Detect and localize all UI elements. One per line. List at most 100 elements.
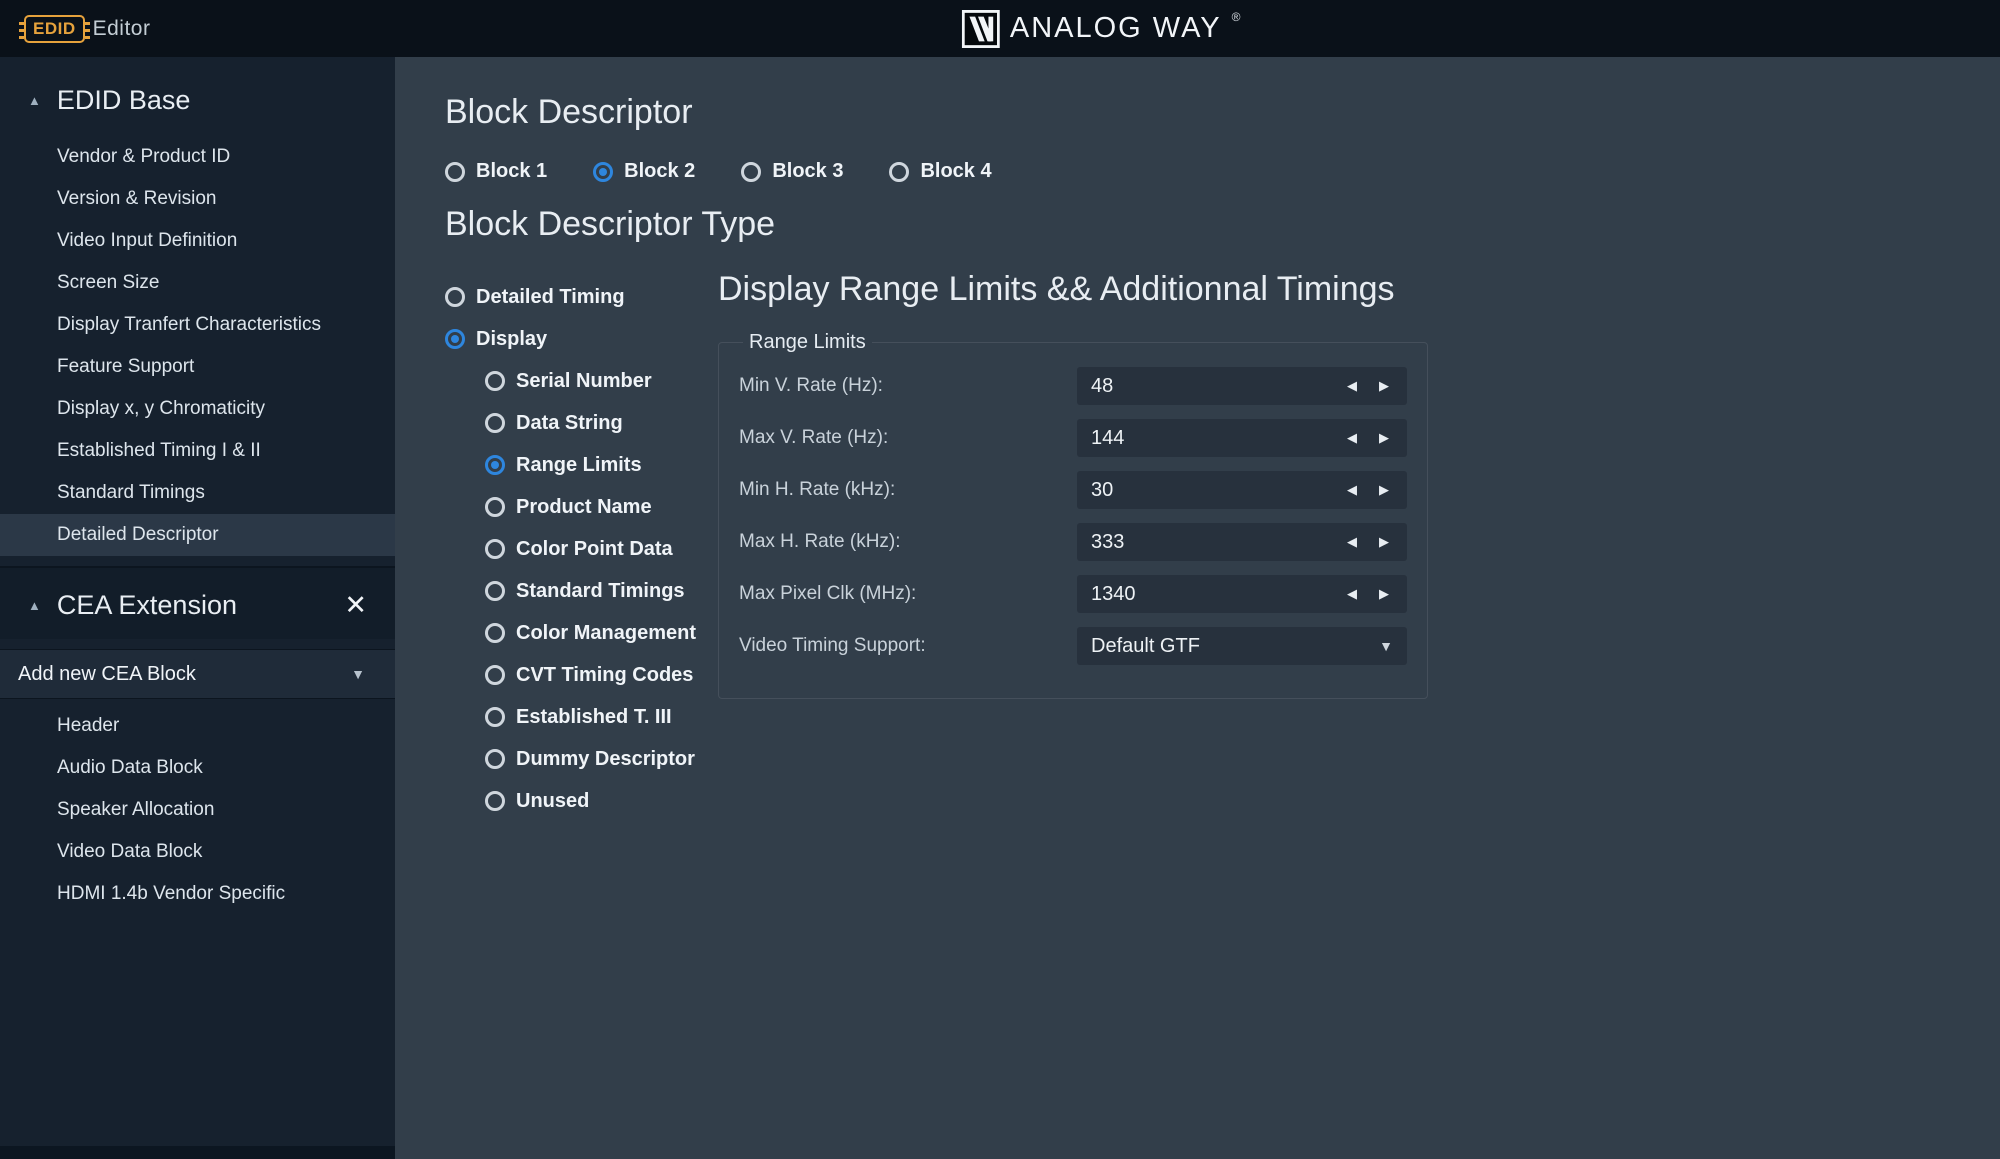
radio-established-t-iii[interactable]: Established T. III bbox=[485, 696, 718, 738]
display-suboptions: Serial Number Data String Range Limits bbox=[485, 360, 718, 822]
increment-icon[interactable]: ▶ bbox=[1375, 378, 1393, 394]
radio-label[interactable]: Color Point Data bbox=[516, 538, 673, 561]
radio-display[interactable]: Display bbox=[445, 318, 718, 360]
field-value[interactable]: 144 bbox=[1091, 427, 1343, 450]
sidebar-item-speaker-allocation[interactable]: Speaker Allocation bbox=[0, 789, 395, 831]
radio-cvt-timing-codes[interactable]: CVT Timing Codes bbox=[485, 654, 718, 696]
field-value[interactable]: 333 bbox=[1091, 531, 1343, 554]
radio-circle[interactable] bbox=[445, 329, 465, 349]
radio-circle[interactable] bbox=[485, 371, 505, 391]
sidebar-partial-row bbox=[0, 1146, 395, 1159]
decrement-icon[interactable]: ◀ bbox=[1343, 430, 1361, 446]
radio-circle[interactable] bbox=[485, 791, 505, 811]
radio-unused[interactable]: Unused bbox=[485, 780, 718, 822]
sidebar-item-version-revision[interactable]: Version & Revision bbox=[0, 178, 395, 220]
max-v-rate-input[interactable]: 144 ◀ ▶ bbox=[1077, 419, 1407, 457]
radio-product-name[interactable]: Product Name bbox=[485, 486, 718, 528]
sidebar-item-video-input-definition[interactable]: Video Input Definition bbox=[0, 220, 395, 262]
radio-label[interactable]: Unused bbox=[516, 790, 589, 813]
radio-color-management[interactable]: Color Management bbox=[485, 612, 718, 654]
radio-label[interactable]: Dummy Descriptor bbox=[516, 748, 695, 771]
radio-circle[interactable] bbox=[741, 162, 761, 182]
increment-icon[interactable]: ▶ bbox=[1375, 586, 1393, 602]
close-icon[interactable]: ✕ bbox=[344, 592, 367, 619]
sidebar-item-detailed-descriptor[interactable]: Detailed Descriptor bbox=[0, 514, 395, 556]
sidebar-item-established-timing[interactable]: Established Timing I & II bbox=[0, 430, 395, 472]
radio-circle[interactable] bbox=[889, 162, 909, 182]
chevron-down-icon[interactable]: ▼ bbox=[351, 666, 365, 682]
radio-circle[interactable] bbox=[593, 162, 613, 182]
radio-block-3[interactable]: Block 3 bbox=[741, 160, 843, 183]
radio-label[interactable]: Display bbox=[476, 328, 547, 351]
field-value[interactable]: 48 bbox=[1091, 375, 1343, 398]
range-limits-panel: Display Range Limits && Additionnal Timi… bbox=[718, 276, 2000, 822]
radio-detailed-timing[interactable]: Detailed Timing bbox=[445, 276, 718, 318]
min-h-rate-input[interactable]: 30 ◀ ▶ bbox=[1077, 471, 1407, 509]
radio-label[interactable]: Serial Number bbox=[516, 370, 652, 393]
sidebar-item-screen-size[interactable]: Screen Size bbox=[0, 262, 395, 304]
radio-circle[interactable] bbox=[485, 707, 505, 727]
collapse-up-icon[interactable]: ▲ bbox=[28, 94, 41, 107]
selected-option[interactable]: Default GTF bbox=[1091, 635, 1379, 658]
radio-label[interactable]: Standard Timings bbox=[516, 580, 685, 603]
increment-icon[interactable]: ▶ bbox=[1375, 482, 1393, 498]
radio-block-2[interactable]: Block 2 bbox=[593, 160, 695, 183]
sidebar-item-hdmi-vendor-specific[interactable]: HDMI 1.4b Vendor Specific bbox=[0, 873, 395, 915]
radio-circle[interactable] bbox=[485, 497, 505, 517]
min-v-rate-input[interactable]: 48 ◀ ▶ bbox=[1077, 367, 1407, 405]
radio-circle[interactable] bbox=[485, 455, 505, 475]
radio-circle[interactable] bbox=[445, 287, 465, 307]
max-h-rate-input[interactable]: 333 ◀ ▶ bbox=[1077, 523, 1407, 561]
sidebar-item-feature-support[interactable]: Feature Support bbox=[0, 346, 395, 388]
radio-label[interactable]: Established T. III bbox=[516, 706, 672, 729]
radio-label[interactable]: Range Limits bbox=[516, 454, 642, 477]
radio-label[interactable]: Color Management bbox=[516, 622, 696, 645]
sidebar-section-cea-extension[interactable]: ▲ CEA Extension ✕ bbox=[0, 566, 395, 639]
sidebar-item-standard-timings[interactable]: Standard Timings bbox=[0, 472, 395, 514]
increment-icon[interactable]: ▶ bbox=[1375, 430, 1393, 446]
chevron-down-icon[interactable]: ▼ bbox=[1379, 638, 1393, 654]
radio-circle[interactable] bbox=[485, 749, 505, 769]
radio-circle[interactable] bbox=[485, 581, 505, 601]
radio-circle[interactable] bbox=[485, 539, 505, 559]
radio-block-1[interactable]: Block 1 bbox=[445, 160, 547, 183]
radio-dummy-descriptor[interactable]: Dummy Descriptor bbox=[485, 738, 718, 780]
sidebar-item-audio-data-block[interactable]: Audio Data Block bbox=[0, 747, 395, 789]
radio-label[interactable]: CVT Timing Codes bbox=[516, 664, 693, 687]
range-panel-title: Display Range Limits && Additionnal Timi… bbox=[718, 270, 2000, 309]
radio-label[interactable]: Block 4 bbox=[920, 160, 991, 183]
radio-serial-number[interactable]: Serial Number bbox=[485, 360, 718, 402]
radio-label[interactable]: Block 1 bbox=[476, 160, 547, 183]
max-pixel-clk-input[interactable]: 1340 ◀ ▶ bbox=[1077, 575, 1407, 613]
radio-label[interactable]: Detailed Timing bbox=[476, 286, 625, 309]
sidebar-item-header[interactable]: Header bbox=[0, 705, 395, 747]
radio-circle[interactable] bbox=[445, 162, 465, 182]
radio-standard-timings[interactable]: Standard Timings bbox=[485, 570, 718, 612]
radio-range-limits[interactable]: Range Limits bbox=[485, 444, 718, 486]
sidebar-item-display-transfer-characteristics[interactable]: Display Tranfert Characteristics bbox=[0, 304, 395, 346]
decrement-icon[interactable]: ◀ bbox=[1343, 534, 1361, 550]
field-value[interactable]: 1340 bbox=[1091, 583, 1343, 606]
sidebar-item-video-data-block[interactable]: Video Data Block bbox=[0, 831, 395, 873]
field-value[interactable]: 30 bbox=[1091, 479, 1343, 502]
sidebar-item-vendor-product-id[interactable]: Vendor & Product ID bbox=[0, 136, 395, 178]
radio-label[interactable]: Block 3 bbox=[772, 160, 843, 183]
sidebar-item-display-chromaticity[interactable]: Display x, y Chromaticity bbox=[0, 388, 395, 430]
decrement-icon[interactable]: ◀ bbox=[1343, 378, 1361, 394]
radio-circle[interactable] bbox=[485, 623, 505, 643]
radio-label[interactable]: Product Name bbox=[516, 496, 652, 519]
decrement-icon[interactable]: ◀ bbox=[1343, 482, 1361, 498]
radio-color-point-data[interactable]: Color Point Data bbox=[485, 528, 718, 570]
radio-circle[interactable] bbox=[485, 665, 505, 685]
sidebar-section-edid-base[interactable]: ▲ EDID Base bbox=[0, 57, 395, 130]
collapse-up-icon[interactable]: ▲ bbox=[28, 599, 41, 612]
decrement-icon[interactable]: ◀ bbox=[1343, 586, 1361, 602]
video-timing-support-select[interactable]: Default GTF ▼ bbox=[1077, 627, 1407, 665]
radio-circle[interactable] bbox=[485, 413, 505, 433]
add-cea-block-dropdown[interactable]: Add new CEA Block ▼ bbox=[0, 649, 395, 699]
radio-data-string[interactable]: Data String bbox=[485, 402, 718, 444]
radio-label[interactable]: Block 2 bbox=[624, 160, 695, 183]
increment-icon[interactable]: ▶ bbox=[1375, 534, 1393, 550]
radio-label[interactable]: Data String bbox=[516, 412, 623, 435]
radio-block-4[interactable]: Block 4 bbox=[889, 160, 991, 183]
